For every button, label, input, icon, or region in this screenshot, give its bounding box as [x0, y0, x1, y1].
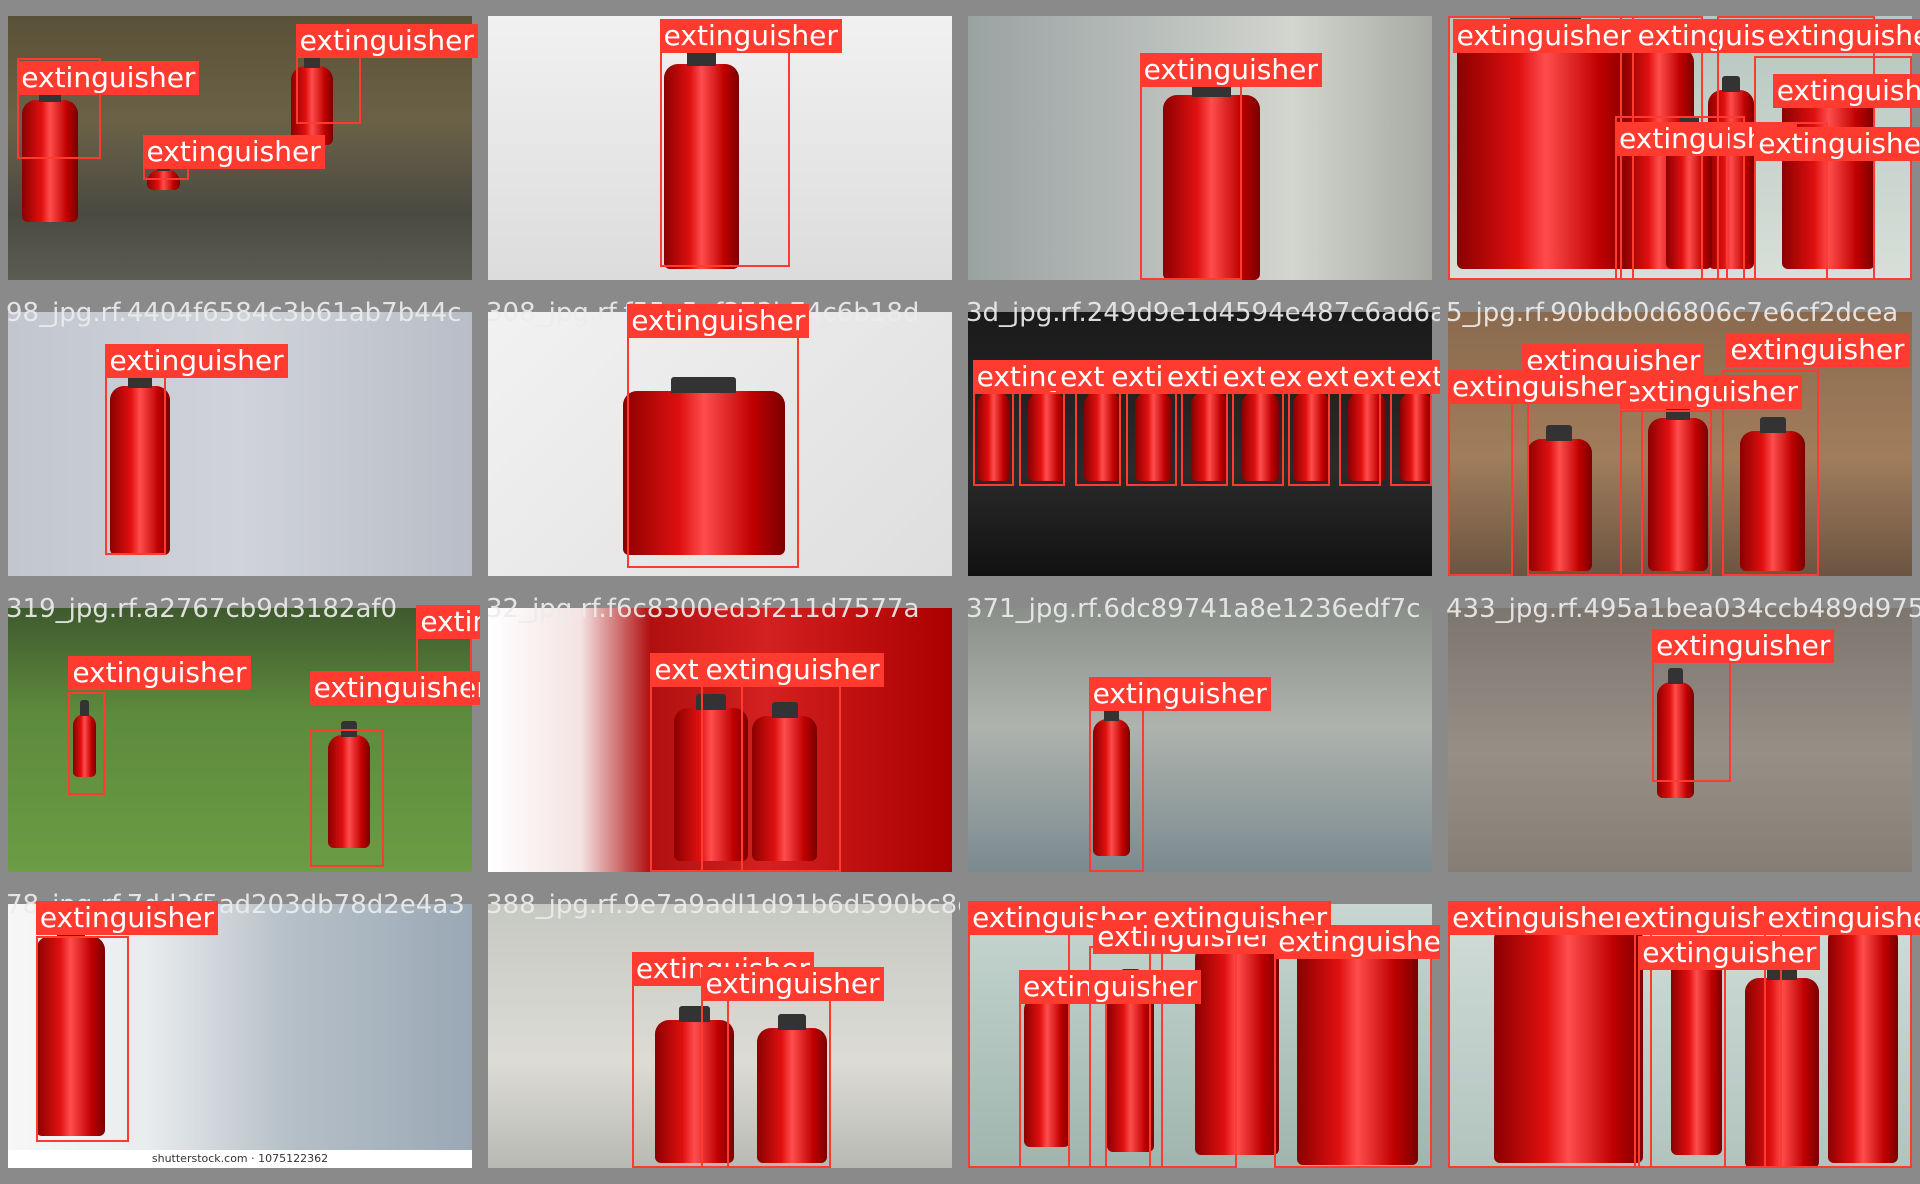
detection-box [1019, 388, 1066, 487]
image-tile: 3d_jpg.rf.249d9e1d4594e487c6ad6a627b17ex… [960, 296, 1440, 592]
detection-box [1074, 388, 1122, 487]
detection-label: extinguisher [68, 655, 251, 690]
tile-filename: 3d_jpg.rf.249d9e1d4594e487c6ad6a627b17 [966, 298, 1440, 328]
tile-filename: 98_jpg.rf.4404f6584c3b61ab7b44c [6, 298, 462, 328]
detection-box [1232, 388, 1284, 487]
detection-label: extinguisher [105, 343, 288, 378]
detection-box [1619, 409, 1713, 576]
detection-box [35, 935, 129, 1142]
detection-box [1288, 388, 1330, 487]
detection-label: extinguisher [701, 967, 884, 1002]
detection-label: extinguisher [1772, 74, 1920, 109]
detection-label: extinguisher [1394, 359, 1440, 394]
detection-box [1125, 388, 1177, 487]
image-tile: extinguisher extinguisher extinguisher [0, 0, 480, 296]
detection-box [1448, 904, 1653, 1168]
detection-label: extinguisher [35, 901, 219, 936]
tile-filename: 433_jpg.rf.495a1bea034ccb489d975 [1446, 594, 1920, 624]
detection-box [1339, 388, 1381, 487]
detection-label: extinguisher [1726, 333, 1909, 368]
detection-box [627, 330, 799, 569]
tile-filename: 388_jpg.rf.9e7a9adl1d91b6d590bc8cf4 [486, 890, 960, 920]
image-tile: 32_jpg.rf.f6c8300ed3f211d7577a extinguish… [480, 592, 960, 888]
image-tile: 371_jpg.rf.6dc89741a8e1236edf7c extinguis… [960, 592, 1440, 888]
detection-box [1448, 16, 1634, 280]
detection-label: extinguisher [1274, 925, 1440, 960]
detection-box [972, 388, 1015, 487]
tile-filename: 32_jpg.rf.f6c8300ed3f211d7577a [486, 594, 920, 624]
detection-box [309, 729, 384, 867]
detection-label: extinguisher [1139, 52, 1322, 87]
detection-label: extinguisher [1638, 935, 1821, 970]
tile-filename: 319_jpg.rf.a2767cb9d3182af0 [6, 594, 398, 624]
image-tile: 433_jpg.rf.495a1bea034ccb489d975 extingui… [1440, 592, 1920, 888]
image-tile: extinguisher extinguisher extinguisher exti… [1440, 0, 1920, 296]
detection-box [1274, 925, 1432, 1168]
tile-filename: 5_jpg.rf.90bdb0d6806c7e6cf2dcea [1446, 298, 1899, 328]
image-tile: 5_jpg.rf.90bdb0d6806c7e6cf2dcea extinguis… [1440, 296, 1920, 592]
tile-filename: 371_jpg.rf.6dc89741a8e1236edf7c [966, 594, 1421, 624]
image-tile: extinguisher [960, 0, 1440, 296]
detection-label: extinguisher [416, 605, 480, 640]
detection-label: extinguisher [1763, 18, 1920, 53]
image-tile: extinguisherextinguisherextinguisherexti… [960, 888, 1440, 1184]
image-tile: 388_jpg.rf.9e7a9adl1d91b6d590bc8cf4extin… [480, 888, 960, 1184]
detection-box [1448, 385, 1513, 576]
detection-box [1390, 388, 1432, 487]
image-tile: 308_jpg.rf.f55e5ef373b74c6b18dextinguish… [480, 296, 960, 592]
image-tile: extinguisherextinguisherextinguisherexti… [1440, 888, 1920, 1184]
detection-label: extinguisher [627, 304, 810, 339]
detection-box [105, 370, 166, 555]
detection-label: extinguisher [17, 60, 200, 95]
detection-label: extinguisher [1763, 901, 1920, 936]
detection-box [68, 692, 106, 796]
detection-box [1721, 370, 1820, 576]
image-tile: 78_jpg.rf.7dd3f5ad203db78d2e4a3 extinguis… [0, 888, 480, 1184]
detection-box [701, 676, 841, 872]
watermark-text: shutterstock.com · 1075122362 [8, 1150, 472, 1168]
detection-label: extinguisher [1452, 18, 1635, 53]
detection-box [701, 991, 832, 1168]
detection-box [1181, 388, 1228, 487]
detection-box [1088, 705, 1145, 872]
detection-label: extinguisher [1448, 901, 1631, 936]
image-tile: 319_jpg.rf.a2767cb9d3182af0 extinguisher e… [0, 592, 480, 888]
detection-label: extinguisher [142, 134, 325, 169]
photo [968, 608, 1432, 872]
detection-label: extinguisher [1652, 629, 1835, 664]
detection-label: extinguisher [1448, 370, 1631, 405]
detection-box [1139, 84, 1242, 280]
detection-label: extinguisher [701, 652, 884, 687]
detection-box [1638, 956, 1727, 1168]
detection-label: extinguisher [1754, 126, 1920, 161]
detection-box [1148, 914, 1238, 1168]
image-tile: extinguisher [480, 0, 960, 296]
detection-label: extinguisher [1088, 676, 1271, 711]
detection-box [659, 50, 790, 267]
image-tile: 98_jpg.rf.4404f6584c3b61ab7b44c extinguis… [0, 296, 480, 592]
detection-box [1652, 660, 1732, 783]
detection-grid: extinguisher extinguisher extinguisher exti… [0, 0, 1920, 1184]
detection-box [295, 50, 361, 125]
detection-label: extinguisher [659, 18, 842, 53]
detection-label: extinguisher [295, 23, 478, 58]
